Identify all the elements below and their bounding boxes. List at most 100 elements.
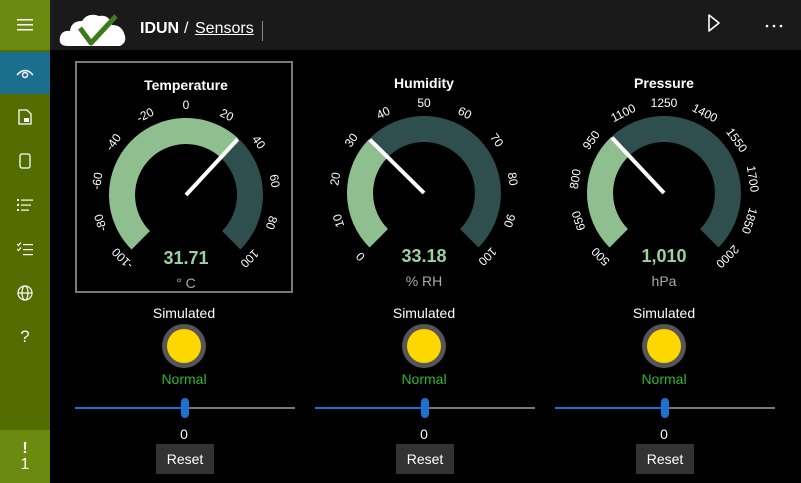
play-icon xyxy=(708,14,720,32)
list-icon xyxy=(17,199,33,211)
gauge-unit: % RH xyxy=(405,273,443,289)
breadcrumb-separator: / xyxy=(184,20,189,37)
simulated-label: Simulated xyxy=(632,305,696,321)
alert-count: 1 xyxy=(20,455,30,473)
sensor-panel-temperature: -100 -80 -60 -40 -20 0 20 40 60 80 100 Temperature… xyxy=(75,55,315,475)
status-text: Normal xyxy=(641,371,687,387)
sidebar-item-monitor[interactable] xyxy=(0,52,50,94)
sensor-panel-humidity: 0 10 20 30 40 50 60 70 80 90 100 Humidity 33.18 % … xyxy=(315,55,555,475)
reset-button[interactable]: Reset xyxy=(156,444,214,474)
gauge-unit: hPa xyxy=(651,273,677,289)
sidebar-item-help[interactable]: ? xyxy=(0,316,50,358)
gauge-tick-label: 60 xyxy=(456,104,475,123)
gauge-tick-label: -60 xyxy=(89,171,106,191)
reset-button[interactable]: Reset xyxy=(396,444,454,474)
gauge-value: 1,010 xyxy=(641,246,687,266)
gauge-tick-label: -40 xyxy=(103,131,125,154)
status-led xyxy=(642,324,686,368)
slider-track-filled xyxy=(555,407,661,409)
slider-track-empty xyxy=(669,407,775,409)
gauge-tick-label: 800 xyxy=(567,168,584,190)
status-text: Normal xyxy=(161,371,207,387)
gauge-tick-label: 70 xyxy=(487,131,506,150)
help-icon: ? xyxy=(20,327,30,346)
gauge-tick-label: -80 xyxy=(91,212,110,233)
slider-thumb[interactable] xyxy=(181,398,189,418)
gauge-fill xyxy=(109,118,239,250)
more-options-button[interactable] xyxy=(762,14,786,38)
gauge-tick-label: 1400 xyxy=(690,101,720,126)
gauge-tick-label: 50 xyxy=(417,96,431,110)
gauge-value: 33.18 xyxy=(401,246,447,266)
alert-badge[interactable]: ! 1 xyxy=(0,430,50,483)
hamburger-icon xyxy=(17,19,33,31)
gauge-tick-label: 30 xyxy=(342,130,361,149)
gauge-tick-label: 10 xyxy=(330,212,348,229)
gauge-tick-label: 20 xyxy=(327,171,343,187)
checklist-icon xyxy=(17,242,33,256)
gauge-tick-label: 80 xyxy=(263,214,281,231)
gauge-tick-label: 40 xyxy=(249,133,268,152)
gauge-tick-label: -20 xyxy=(134,105,156,125)
header-bar: IDUN / Sensors xyxy=(50,0,801,50)
slider-value: 0 xyxy=(660,426,668,442)
slider-thumb[interactable] xyxy=(661,398,669,418)
hamburger-menu-button[interactable] xyxy=(0,0,50,50)
sidebar-item-globe[interactable] xyxy=(0,272,50,314)
slider-track-filled xyxy=(315,407,421,409)
gauge-tick-label: 40 xyxy=(374,104,393,123)
simulation-slider[interactable] xyxy=(315,398,535,418)
sensor-panel-pressure: 500 650 800 950 1100 1250 1400 1550 1700 1850 2000… xyxy=(555,55,795,475)
gauge-tick-label: 1850 xyxy=(739,206,761,236)
gauge-tick-label: 60 xyxy=(267,173,283,189)
slider-track-empty xyxy=(189,407,295,409)
gauge[interactable]: 0 10 20 30 40 50 60 70 80 90 100 Humidity 33.18 % … xyxy=(315,61,533,293)
simulated-label: Simulated xyxy=(152,305,216,321)
page-icon xyxy=(19,153,31,169)
gauge[interactable]: 500 650 800 950 1100 1250 1400 1550 1700 1850 2000… xyxy=(555,61,773,293)
gauge-tick-label: 1100 xyxy=(609,101,639,125)
alert-icon: ! xyxy=(22,439,28,457)
gauge-title: Humidity xyxy=(394,75,454,91)
gauge-title: Temperature xyxy=(144,77,228,93)
status-led-light xyxy=(647,329,681,363)
slider-track-filled xyxy=(75,407,181,409)
gauge-title: Pressure xyxy=(634,75,694,91)
slider-value: 0 xyxy=(180,426,188,442)
gauge-tick-label: 20 xyxy=(218,106,237,125)
gauge-tick-label: 90 xyxy=(501,212,519,229)
simulation-slider[interactable] xyxy=(555,398,775,418)
simulated-label: Simulated xyxy=(392,305,456,321)
status-led-light xyxy=(407,329,441,363)
sidebar-item-page[interactable] xyxy=(0,140,50,182)
reset-button[interactable]: Reset xyxy=(636,444,694,474)
gauge-tick-label: 950 xyxy=(580,128,603,153)
status-led xyxy=(162,324,206,368)
slider-thumb[interactable] xyxy=(421,398,429,418)
gauge-tick-label: 0 xyxy=(183,98,190,112)
breadcrumb-sensors[interactable]: Sensors xyxy=(195,20,254,38)
slider-value: 0 xyxy=(420,426,428,442)
header-divider xyxy=(262,21,263,41)
gauge-fill xyxy=(347,138,389,248)
gauge-fill xyxy=(587,136,630,248)
play-button[interactable] xyxy=(707,14,727,38)
more-icon xyxy=(765,24,783,28)
gauge-value: 31.71 xyxy=(163,248,209,268)
simulation-slider[interactable] xyxy=(75,398,295,418)
gauge-tick-label: 1700 xyxy=(744,165,762,194)
gauge-tick-label: 1250 xyxy=(651,96,678,110)
document-lock-icon xyxy=(18,109,32,125)
gauge-tick-label: 650 xyxy=(569,209,589,233)
globe-icon xyxy=(17,285,33,301)
status-led-light xyxy=(167,329,201,363)
status-text: Normal xyxy=(401,371,447,387)
status-led xyxy=(402,324,446,368)
slider-track-empty xyxy=(429,407,535,409)
cloud-check-logo-icon xyxy=(59,14,126,47)
gauge[interactable]: -100 -80 -60 -40 -20 0 20 40 60 80 100 Temperature… xyxy=(75,61,293,293)
sidebar-item-secure-document[interactable] xyxy=(0,96,50,138)
sidebar-item-list[interactable] xyxy=(0,184,50,226)
sidebar-item-checklist[interactable] xyxy=(0,228,50,270)
eye-icon xyxy=(16,69,34,79)
